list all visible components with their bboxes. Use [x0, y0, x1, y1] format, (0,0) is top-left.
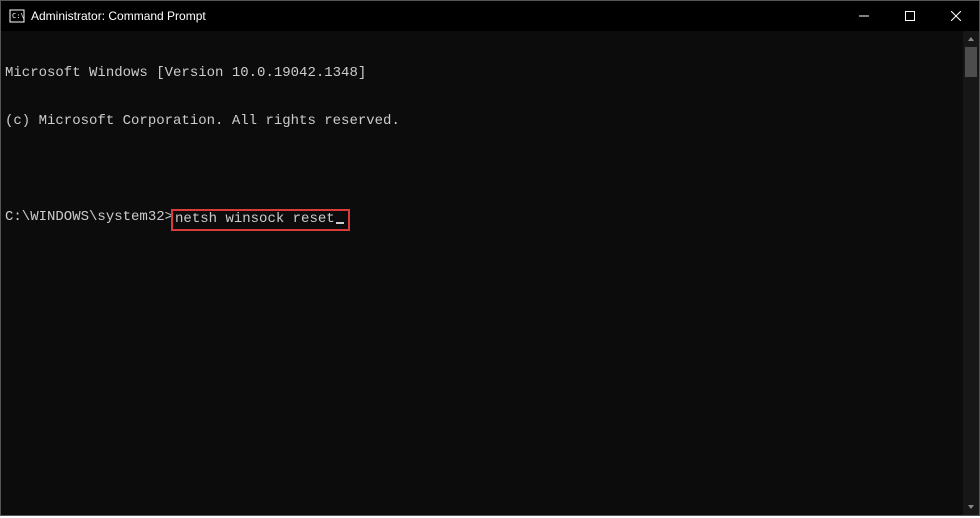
minimize-button[interactable]: [841, 1, 887, 31]
app-icon: C:\: [9, 8, 25, 24]
blank-line: [5, 161, 979, 177]
terminal-area[interactable]: Microsoft Windows [Version 10.0.19042.13…: [1, 31, 979, 515]
command-highlight: netsh winsock reset: [171, 209, 350, 231]
prompt-line: C:\WINDOWS\system32>netsh winsock reset: [5, 209, 979, 231]
prompt-text: C:\WINDOWS\system32>: [5, 209, 173, 225]
scroll-up-icon[interactable]: [963, 31, 979, 47]
output-line: (c) Microsoft Corporation. All rights re…: [5, 113, 979, 129]
output-line: Microsoft Windows [Version 10.0.19042.13…: [5, 65, 979, 81]
window-controls: [841, 1, 979, 31]
maximize-button[interactable]: [887, 1, 933, 31]
svg-text:C:\: C:\: [12, 12, 25, 20]
window-title: Administrator: Command Prompt: [31, 9, 841, 23]
cursor-icon: [336, 222, 344, 224]
close-button[interactable]: [933, 1, 979, 31]
scroll-down-icon[interactable]: [963, 499, 979, 515]
scroll-thumb[interactable]: [965, 47, 977, 77]
command-text: netsh winsock reset: [175, 211, 335, 227]
command-prompt-window: C:\ Administrator: Command Prompt Micros…: [0, 0, 980, 516]
scrollbar[interactable]: [963, 31, 979, 515]
titlebar[interactable]: C:\ Administrator: Command Prompt: [1, 1, 979, 31]
